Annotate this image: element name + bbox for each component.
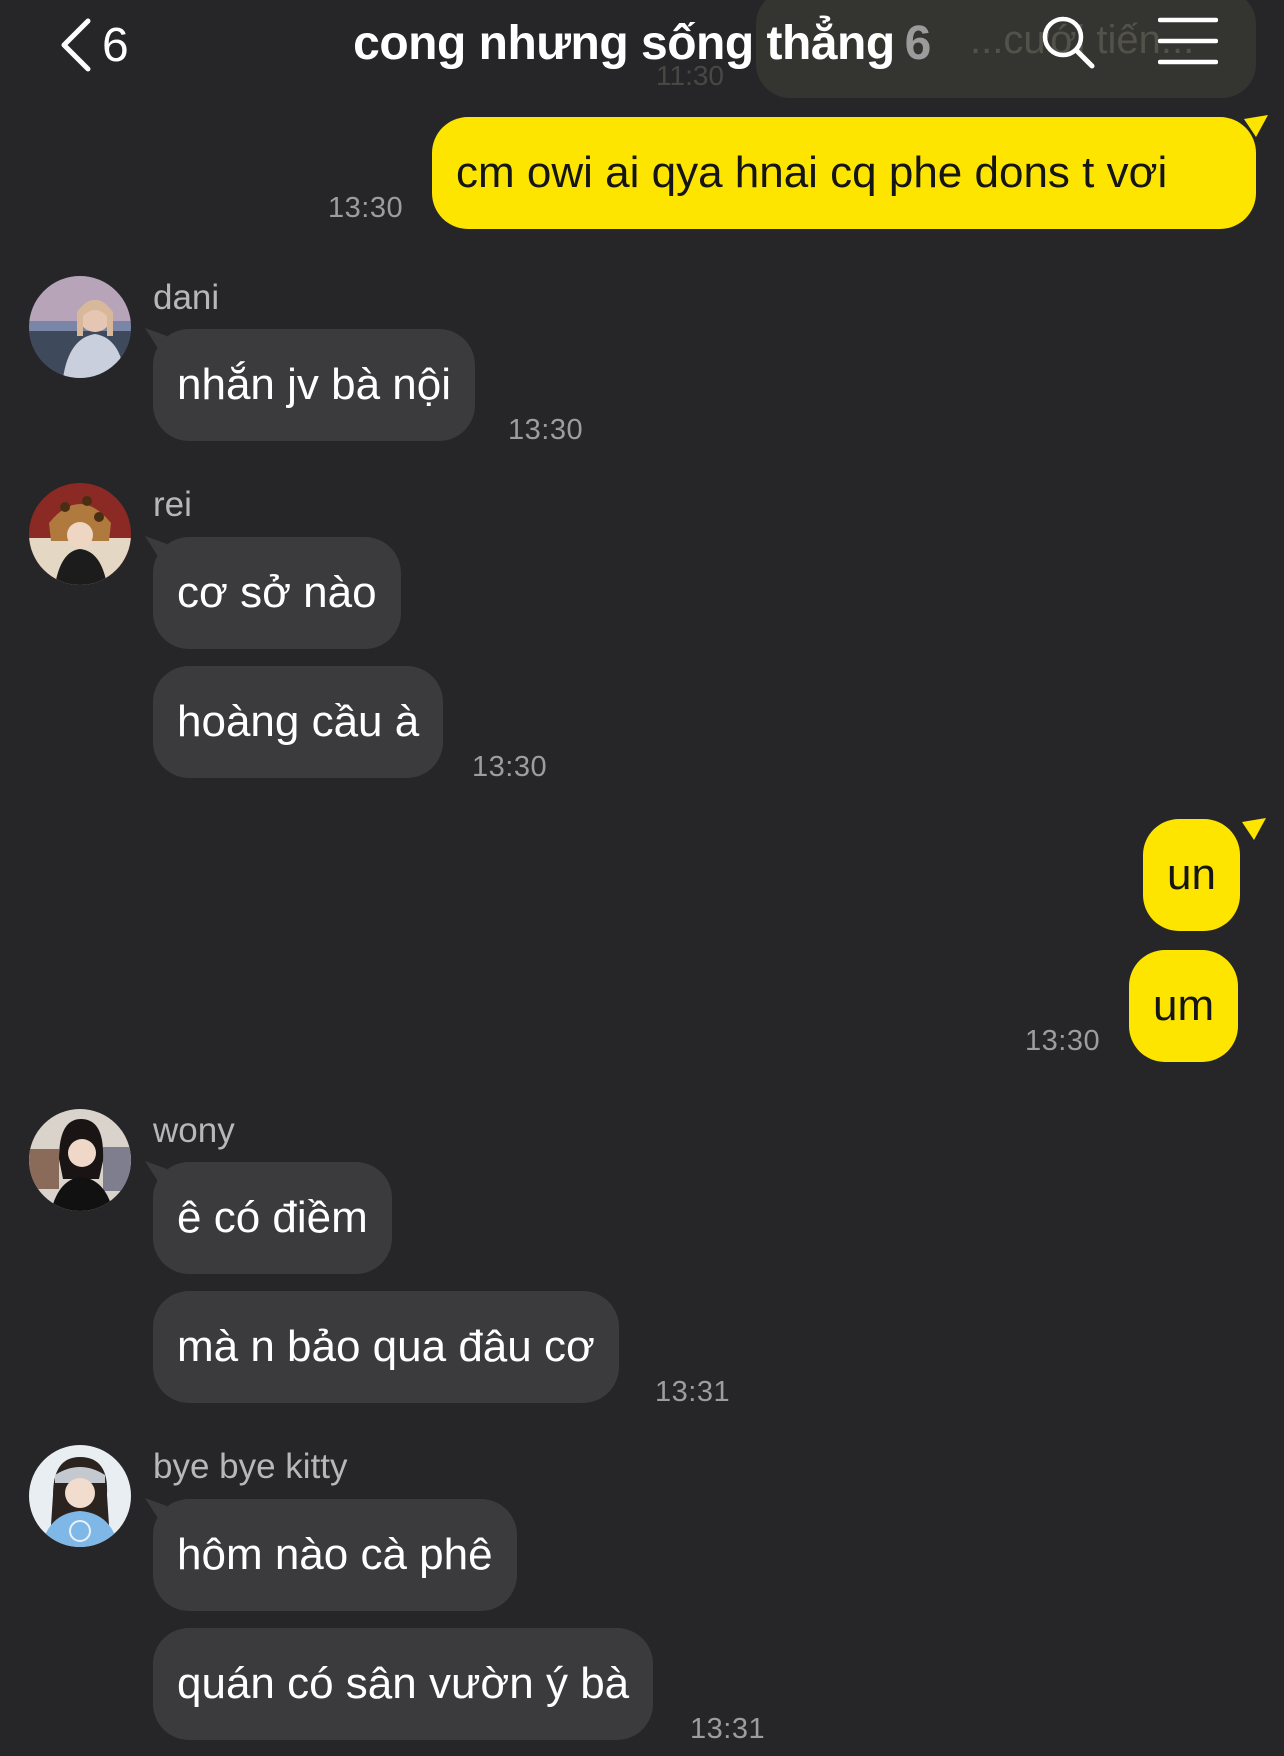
sender-name: rei bbox=[153, 485, 192, 524]
incoming-message[interactable]: quán có sân vườn ý bà bbox=[153, 1628, 654, 1740]
message-time: 13:30 bbox=[328, 192, 404, 224]
chat-title-text: cong nhưng sống thẳng bbox=[353, 17, 895, 70]
avatar-bye-bye-kitty[interactable] bbox=[29, 1445, 131, 1547]
incoming-message[interactable]: hôm nào cà phê bbox=[153, 1499, 517, 1611]
message-time: 13:30 bbox=[508, 414, 584, 446]
message-time: 13:30 bbox=[1025, 1025, 1101, 1057]
message-time: 13:31 bbox=[690, 1713, 766, 1745]
outgoing-message[interactable]: un bbox=[1143, 819, 1240, 931]
member-count: 6 bbox=[904, 17, 932, 70]
chat-header: ...cưới tiến... 11:30 6 cong nhưng sống … bbox=[0, 0, 1284, 100]
avatar-wony[interactable] bbox=[29, 1109, 131, 1211]
incoming-message[interactable]: hoàng cầu à bbox=[153, 666, 444, 778]
search-icon[interactable] bbox=[1040, 14, 1096, 75]
incoming-message[interactable]: cơ sở nào bbox=[153, 537, 401, 649]
avatar-rei[interactable] bbox=[29, 483, 131, 585]
bubble-tail bbox=[1244, 115, 1268, 137]
outgoing-message[interactable]: cm owi ai qya hnai cq phe dons t vơi bbox=[432, 117, 1256, 229]
incoming-message[interactable]: ê có điềm bbox=[153, 1162, 392, 1274]
sender-name: wony bbox=[153, 1111, 235, 1150]
incoming-message[interactable]: mà n bảo qua đâu cơ bbox=[153, 1291, 619, 1403]
message-time: 13:30 bbox=[472, 751, 548, 783]
bubble-tail bbox=[1242, 818, 1266, 840]
message-time: 13:31 bbox=[655, 1376, 731, 1408]
sender-name: bye bye kitty bbox=[153, 1447, 348, 1486]
sender-name: dani bbox=[153, 278, 220, 317]
avatar-dani[interactable] bbox=[29, 276, 131, 378]
incoming-message[interactable]: nhắn jv bà nội bbox=[153, 329, 475, 441]
outgoing-message[interactable]: um bbox=[1129, 950, 1239, 1062]
menu-icon[interactable] bbox=[1157, 16, 1219, 71]
